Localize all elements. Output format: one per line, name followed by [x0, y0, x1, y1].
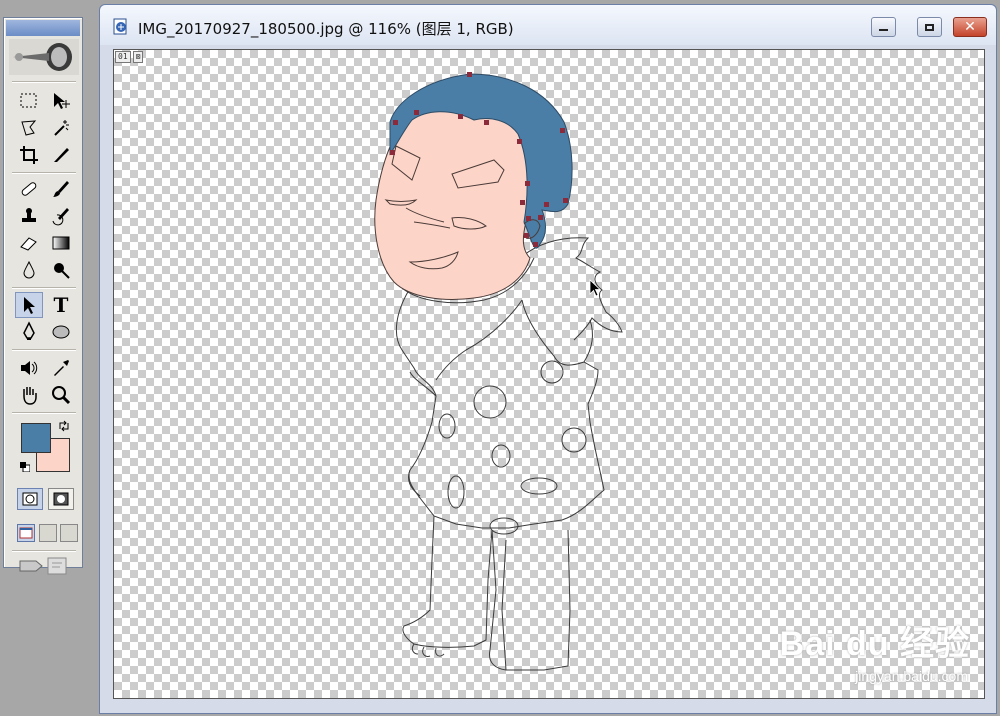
blur-tool[interactable] [15, 257, 43, 283]
default-colors-icon[interactable] [20, 462, 30, 472]
jump-to-imageready-icon[interactable] [18, 555, 72, 577]
maximize-icon [925, 23, 934, 31]
toolbox-title-grip[interactable] [6, 20, 80, 36]
healing-brush-tool[interactable] [15, 176, 43, 202]
toolbox-panel: T [3, 17, 83, 575]
watermark-url: jingyan.baidu.com [855, 668, 968, 684]
cartoon-drawing [374, 72, 623, 671]
arrow-icon [24, 297, 35, 314]
standard-mode-button[interactable] [17, 488, 43, 510]
magnifier-icon [52, 386, 71, 405]
path-selection-tool[interactable] [15, 292, 43, 318]
lasso-tool[interactable] [15, 115, 43, 141]
close-icon: ✕ [964, 19, 976, 35]
marquee-icon [20, 93, 37, 108]
quick-mask-button[interactable] [48, 488, 74, 510]
hand-icon [23, 387, 37, 405]
move-tool[interactable] [47, 88, 75, 114]
bandage-icon [21, 182, 37, 196]
magic-wand-tool[interactable] [47, 115, 75, 141]
brush-icon [53, 181, 69, 197]
slice-icon [54, 148, 69, 162]
document-window: IMG_20170927_180500.jpg @ 116% (图层 1, RG… [99, 4, 997, 714]
ellipse-icon [52, 325, 70, 339]
document-titlebar[interactable]: IMG_20170927_180500.jpg @ 116% (图层 1, RG… [100, 5, 996, 45]
drop-icon [23, 260, 35, 279]
quick-mask-icon [53, 492, 69, 506]
pen-tool[interactable] [15, 319, 43, 345]
baidu-watermark: Bai du 经验 jingyan.baidu.com [754, 608, 974, 688]
crop-tool[interactable] [15, 142, 43, 168]
full-screen-menu-button[interactable] [39, 524, 57, 542]
minimize-icon [879, 29, 888, 31]
gradient-tool[interactable] [47, 230, 75, 256]
marquee-tool[interactable] [15, 88, 43, 114]
ellipse-tool[interactable] [47, 319, 75, 345]
document-title: IMG_20170927_180500.jpg @ 116% (图层 1, RG… [138, 20, 514, 38]
dodge-tool[interactable] [47, 257, 75, 283]
body-outline [395, 237, 623, 671]
eraser-icon [20, 237, 37, 251]
pen-icon [23, 321, 35, 340]
dodge-icon [54, 263, 70, 279]
notes-tool[interactable] [15, 355, 43, 381]
screen-mode-icon [19, 527, 33, 539]
standard-mode-icon [22, 492, 38, 506]
full-screen-button[interactable] [60, 524, 78, 542]
history-brush-tool[interactable] [47, 203, 75, 229]
swap-colors-icon[interactable] [57, 419, 71, 433]
photoshop-logo-icon[interactable] [9, 39, 79, 75]
photoshop-document-icon [113, 18, 127, 35]
eraser-tool[interactable] [15, 230, 43, 256]
history-brush-icon [52, 208, 69, 226]
mouse-cursor-icon [589, 279, 602, 297]
speaker-icon [21, 361, 38, 375]
type-icon: T [53, 293, 69, 317]
magic-wand-icon [54, 120, 69, 136]
eyedropper-icon [54, 360, 69, 376]
minimize-button[interactable] [871, 17, 896, 37]
foreground-color-swatch[interactable] [21, 423, 51, 453]
type-tool[interactable]: T [47, 292, 75, 318]
brush-tool[interactable] [47, 176, 75, 202]
maximize-button[interactable] [917, 17, 942, 37]
document-canvas[interactable]: 01 ⊠ Bai du 经验 jingyan.baidu.com [113, 49, 985, 699]
move-icon [54, 93, 70, 109]
zoom-tool[interactable] [47, 382, 75, 408]
stamp-icon [22, 208, 36, 222]
gradient-icon [52, 236, 70, 250]
stamp-tool[interactable] [15, 203, 43, 229]
close-button[interactable]: ✕ [953, 17, 987, 37]
eyedropper-tool[interactable] [47, 355, 75, 381]
lasso-icon [21, 120, 37, 136]
crop-icon [20, 146, 38, 164]
hand-tool[interactable] [15, 382, 43, 408]
standard-screen-button[interactable] [17, 524, 35, 542]
slice-tool[interactable] [47, 142, 75, 168]
watermark-logo-text: Bai du 经验 [779, 625, 970, 663]
